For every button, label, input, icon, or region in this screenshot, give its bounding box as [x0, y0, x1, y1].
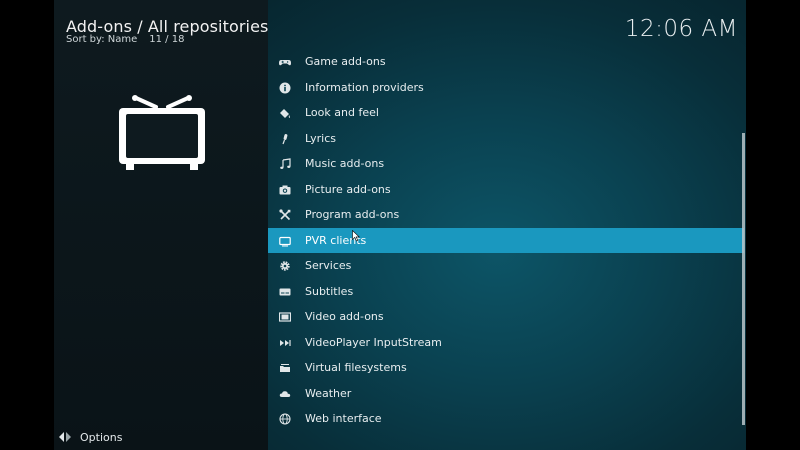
kodi-screen: Add-ons / All repositories Sort by: Name… — [54, 0, 746, 450]
list-item-game-addons[interactable]: Game add-ons — [268, 49, 744, 75]
list-item-program-addons[interactable]: Program add-ons — [268, 202, 744, 228]
gamepad-icon — [279, 56, 291, 68]
list-item-videoplayer-inputstream[interactable]: VideoPlayer InputStream — [268, 330, 744, 356]
list-item-information-providers[interactable]: Information providers — [268, 75, 744, 101]
list-item-video-addons[interactable]: Video add-ons — [268, 304, 744, 330]
tv-small-icon — [279, 235, 291, 247]
list-item-music-addons[interactable]: Music add-ons — [268, 151, 744, 177]
list-item-virtual-filesystems[interactable]: Virtual filesystems — [268, 355, 744, 381]
list-item-label: Music add-ons — [305, 157, 385, 170]
mouse-cursor-icon — [352, 230, 360, 242]
item-position: 11 / 18 — [149, 34, 185, 45]
list-item-look-and-feel[interactable]: Look and feel — [268, 100, 744, 126]
sort-label: Sort by: Name — [66, 34, 138, 45]
list-scrollbar[interactable] — [742, 133, 745, 425]
list-item-label: Program add-ons — [305, 208, 400, 221]
list-item-label: Game add-ons — [305, 55, 386, 68]
list-item-pvr-clients[interactable]: PVR clients — [268, 227, 744, 253]
globe-icon — [279, 413, 291, 425]
tools-icon — [279, 209, 291, 221]
list-item-label: Video add-ons — [305, 310, 384, 323]
paint-bucket-icon — [279, 107, 291, 119]
list-item-label: Services — [305, 259, 352, 272]
list-item-weather[interactable]: Weather — [268, 381, 744, 407]
cloud-icon — [279, 388, 291, 400]
addon-category-list: Game add-ons Information providers Look … — [268, 49, 744, 432]
list-item-label: Picture add-ons — [305, 182, 391, 196]
list-item-lyrics[interactable]: Lyrics — [268, 126, 744, 152]
microphone-icon — [279, 133, 291, 145]
list-item-label: Information providers — [305, 80, 424, 94]
options-label: Options — [80, 430, 123, 444]
play-stream-icon — [279, 337, 291, 349]
list-item-label: Web interface — [305, 412, 382, 425]
list-item-label: Virtual filesystems — [305, 361, 407, 374]
list-item-label: Lyrics — [305, 131, 336, 145]
list-item-label: Look and feel — [305, 106, 379, 119]
tv-icon — [119, 95, 205, 170]
subtitles-icon — [279, 286, 291, 298]
options-arrows-icon — [59, 432, 71, 442]
left-panel: Add-ons / All repositories Sort by: Name… — [54, 0, 268, 450]
list-item-label: Subtitles — [305, 284, 354, 298]
list-item-label: VideoPlayer InputStream — [305, 335, 442, 349]
list-item-picture-addons[interactable]: Picture add-ons — [268, 177, 744, 203]
film-icon — [279, 311, 291, 323]
list-item-services[interactable]: Services — [268, 253, 744, 279]
camera-icon — [279, 184, 291, 196]
music-note-icon — [279, 158, 291, 170]
sort-info: Sort by: Name 11 / 18 — [66, 34, 184, 45]
gear-icon — [279, 260, 291, 272]
list-item-subtitles[interactable]: Subtitles — [268, 279, 744, 305]
list-item-label: Weather — [305, 386, 352, 400]
clock: 12:06 AM — [624, 16, 738, 42]
info-icon — [279, 82, 291, 94]
folder-stack-icon — [279, 362, 291, 374]
list-item-web-interface[interactable]: Web interface — [268, 406, 744, 432]
options-button[interactable]: Options — [58, 430, 122, 444]
